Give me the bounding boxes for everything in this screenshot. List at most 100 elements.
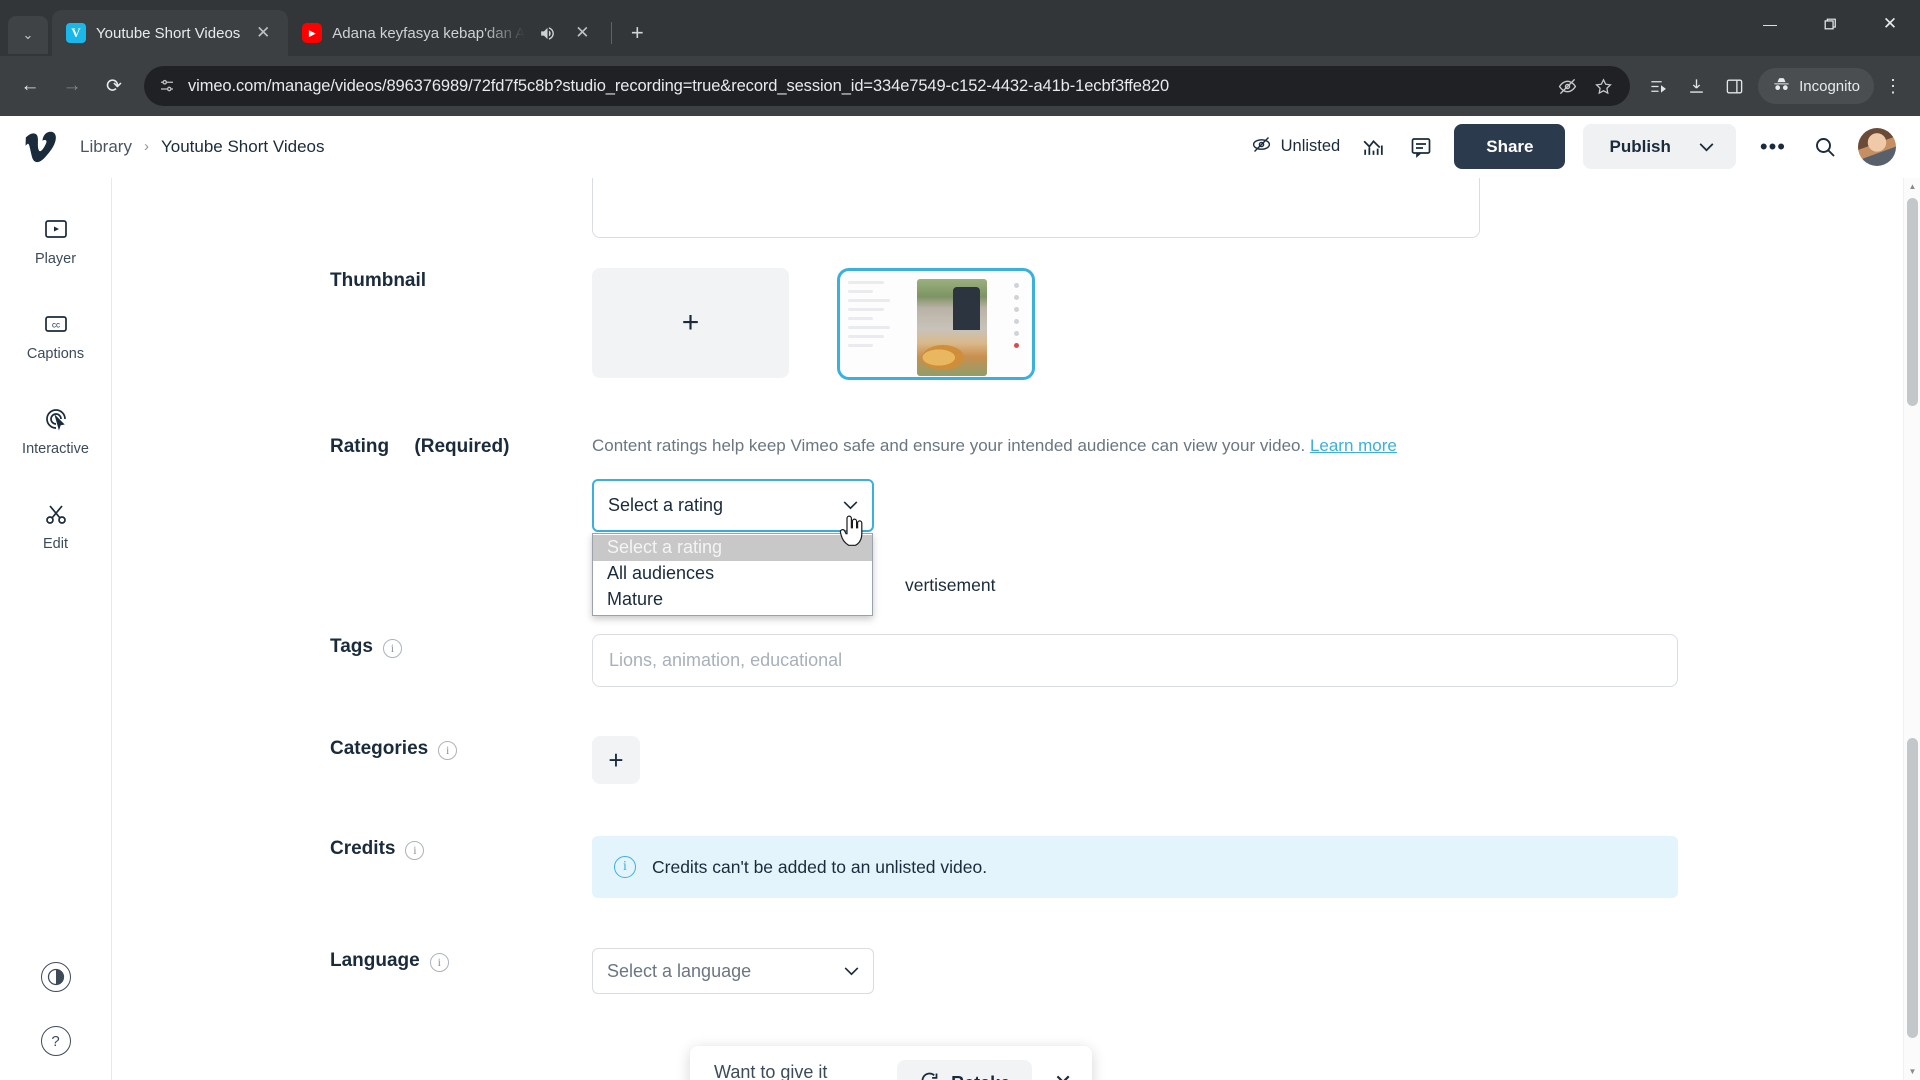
learn-more-link[interactable]: Learn more bbox=[1310, 436, 1397, 455]
breadcrumb: Library › Youtube Short Videos bbox=[80, 137, 325, 157]
sidebar-item-captions[interactable]: cc Captions bbox=[0, 309, 111, 362]
browser-tab-1[interactable]: V Youtube Short Videos ✕ bbox=[52, 10, 289, 56]
credits-label: Credits i bbox=[112, 836, 592, 898]
thumbnail-label: Thumbnail bbox=[330, 270, 427, 291]
credits-notice: i Credits can't be added to an unlisted … bbox=[592, 836, 1678, 898]
settings-form: Thumbnail + Rating (Required) Content ra… bbox=[112, 178, 1920, 1080]
close-tab-icon[interactable]: ✕ bbox=[250, 20, 276, 46]
reload-button[interactable]: ⟳ bbox=[94, 66, 134, 106]
rating-option-1[interactable]: All audiences bbox=[593, 561, 872, 587]
credits-notice-text: Credits can't be added to an unlisted vi… bbox=[652, 856, 988, 877]
help-question-icon[interactable]: ? bbox=[40, 1026, 71, 1056]
retake-toast: Want to give it another try? Retake ✕ bbox=[690, 1046, 1092, 1080]
add-category-button[interactable]: + bbox=[592, 736, 640, 784]
analytics-icon[interactable] bbox=[1358, 132, 1388, 162]
breadcrumb-current: Youtube Short Videos bbox=[160, 136, 325, 156]
more-options-button[interactable]: ••• bbox=[1754, 134, 1792, 160]
rating-select[interactable]: Select a rating bbox=[592, 478, 874, 532]
sidebar-item-label: Captions bbox=[26, 346, 85, 362]
url-text: vimeo.com/manage/videos/896376989/72fd7f… bbox=[188, 76, 1170, 95]
selected-thumbnail[interactable] bbox=[837, 268, 1035, 380]
header-actions: Unlisted Share Publish ••• bbox=[1251, 124, 1896, 169]
rating-label: Rating (Required) bbox=[330, 436, 510, 457]
vimeo-favicon-icon: V bbox=[66, 23, 86, 43]
omnibox-actions bbox=[1556, 75, 1616, 97]
download-icon[interactable] bbox=[1678, 68, 1714, 104]
retake-button[interactable]: Retake bbox=[897, 1060, 1033, 1080]
advertisement-note-partial: vertisement bbox=[905, 574, 996, 595]
interactive-cursor-icon bbox=[41, 404, 71, 434]
info-icon[interactable]: i bbox=[429, 953, 449, 972]
share-button[interactable]: Share bbox=[1454, 124, 1566, 169]
sidebar-item-player[interactable]: Player bbox=[0, 214, 111, 267]
info-icon[interactable]: i bbox=[382, 639, 402, 658]
tags-input[interactable]: Lions, animation, educational bbox=[592, 634, 1678, 687]
scroll-down-icon[interactable]: ▼ bbox=[1904, 1063, 1920, 1080]
tab-audio-icon[interactable] bbox=[535, 25, 559, 42]
tab-search-button[interactable]: ⌄ bbox=[8, 16, 48, 54]
language-select[interactable]: Select a language bbox=[592, 948, 874, 994]
credits-row: Credits i i Credits can't be added to an… bbox=[112, 836, 1920, 898]
new-tab-button[interactable]: + bbox=[620, 16, 654, 50]
vimeo-logo-icon[interactable] bbox=[18, 130, 62, 164]
avatar[interactable] bbox=[1858, 127, 1896, 166]
tab-title: Youtube Short Videos bbox=[96, 24, 241, 42]
player-icon bbox=[41, 214, 71, 244]
maximize-button[interactable] bbox=[1800, 0, 1860, 48]
incognito-label: Incognito bbox=[1799, 77, 1860, 95]
language-label: Language i bbox=[112, 948, 592, 994]
body-area: Player cc Captions Interactive Edit ? Th… bbox=[0, 178, 1920, 1080]
vimeo-header: Library › Youtube Short Videos Unlisted bbox=[0, 116, 1920, 178]
browser-tab-2[interactable]: ▶ Adana keyfasya kebap'dan A ✕ bbox=[288, 10, 607, 56]
rating-control: Content ratings help keep Vimeo safe and… bbox=[592, 434, 1397, 616]
rating-select-value: Select a rating bbox=[608, 494, 724, 515]
rating-option-0[interactable]: Select a rating bbox=[593, 534, 872, 561]
info-icon[interactable]: i bbox=[405, 841, 425, 860]
chevron-down-icon bbox=[844, 963, 859, 979]
tags-placeholder: Lions, animation, educational bbox=[609, 650, 843, 670]
retake-question: Want to give it another try? bbox=[714, 1062, 828, 1080]
incognito-indicator[interactable]: Incognito bbox=[1758, 68, 1874, 104]
rating-dropdown-list[interactable]: Select a rating All audiences Mature bbox=[592, 532, 873, 616]
rail-bottom: ? bbox=[40, 962, 71, 1080]
eye-off-icon[interactable] bbox=[1556, 75, 1578, 97]
scrollbar-thumb[interactable] bbox=[1907, 198, 1918, 406]
sidebar-item-interactive[interactable]: Interactive bbox=[0, 404, 111, 457]
page-scrollbar[interactable]: ▲ ▼ bbox=[1903, 178, 1920, 1080]
info-icon[interactable]: i bbox=[438, 741, 458, 760]
extensions-icon[interactable] bbox=[1640, 68, 1676, 104]
privacy-status-button[interactable]: Unlisted bbox=[1251, 134, 1341, 160]
privacy-status-label: Unlisted bbox=[1280, 137, 1341, 155]
thumbnail-options: + bbox=[592, 268, 1035, 380]
sidebar-item-edit[interactable]: Edit bbox=[0, 499, 111, 552]
side-panel-icon[interactable] bbox=[1716, 68, 1752, 104]
chevron-down-icon bbox=[843, 497, 858, 513]
retake-label: Retake bbox=[951, 1073, 1010, 1080]
categories-row: Categories i + bbox=[112, 736, 1920, 784]
categories-label: Categories i bbox=[112, 736, 592, 784]
publish-button[interactable]: Publish bbox=[1583, 124, 1736, 169]
site-settings-tune-icon[interactable] bbox=[156, 75, 178, 97]
close-tab-icon[interactable]: ✕ bbox=[569, 20, 595, 46]
description-field-partial[interactable] bbox=[592, 178, 1480, 238]
forward-button[interactable]: → bbox=[52, 66, 92, 106]
star-icon[interactable] bbox=[1592, 75, 1614, 97]
close-window-button[interactable]: ✕ bbox=[1860, 0, 1920, 48]
contrast-icon[interactable] bbox=[40, 962, 71, 992]
rating-option-2[interactable]: Mature bbox=[593, 587, 872, 613]
address-bar[interactable]: vimeo.com/manage/videos/896376989/72fd7f… bbox=[144, 66, 1631, 106]
rating-row: Rating (Required) Content ratings help k… bbox=[112, 434, 1920, 616]
scrollbar-thumb-inner[interactable] bbox=[1907, 738, 1918, 1038]
close-icon[interactable]: ✕ bbox=[1052, 1070, 1074, 1080]
browser-window: ⌄ V Youtube Short Videos ✕ ▶ Adana keyfa… bbox=[0, 0, 1920, 1080]
scroll-up-icon[interactable]: ▲ bbox=[1904, 178, 1920, 195]
breadcrumb-library[interactable]: Library bbox=[80, 137, 132, 157]
browser-menu-button[interactable]: ⋮ bbox=[1876, 68, 1910, 104]
comment-icon[interactable] bbox=[1406, 132, 1436, 162]
add-thumbnail-button[interactable]: + bbox=[592, 268, 789, 378]
back-button[interactable]: ← bbox=[10, 66, 50, 106]
search-icon[interactable] bbox=[1810, 132, 1840, 162]
rating-description: Content ratings help keep Vimeo safe and… bbox=[592, 436, 1397, 455]
captions-cc-icon: cc bbox=[41, 309, 71, 339]
minimize-button[interactable]: — bbox=[1740, 0, 1800, 48]
